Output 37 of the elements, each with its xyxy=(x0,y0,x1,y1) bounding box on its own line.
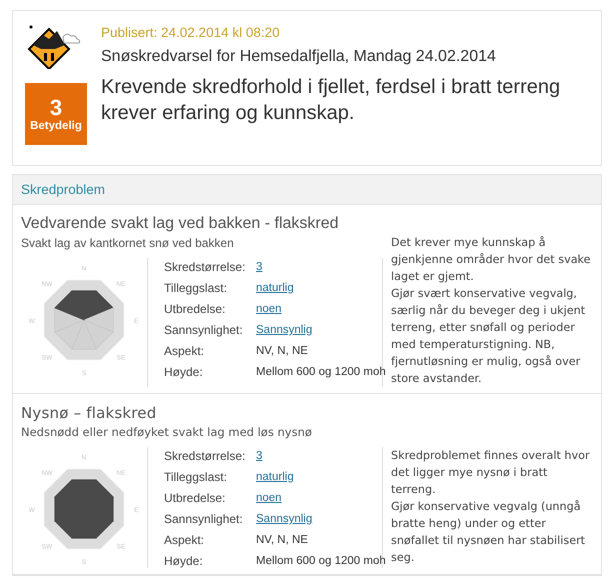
advice-text: Gjør konservative vegvalg (unngå bratte heng) under og etter snøfallet til nysnøen har stabilisert seg. xyxy=(391,499,586,566)
forecast-title: Snøskredvarsel for Hemsedalfjella, Mandag 24.02.2014 xyxy=(101,48,497,66)
fact-link[interactable]: noen xyxy=(256,491,386,505)
fact-link[interactable]: naturlig xyxy=(256,281,386,295)
fact-label: Aspekt: xyxy=(164,533,206,547)
fact-value: NV, N, NE xyxy=(256,344,309,358)
advice-text: Det krever mye kunnskap å gjenkjenne områder hvor det svake laget er gjemt. xyxy=(391,235,592,285)
problem-title: Nysnø – flakskred xyxy=(21,404,158,422)
fact-label: Sannsynlighet: xyxy=(164,323,244,337)
problem-subtitle: Nedsnødd eller nedføyket svakt lag med løs nysnø xyxy=(21,425,312,439)
forecast-headline: Krevende skredforhold i fjellet, ferdsel i bratt terreng krever erfaring og kunnskap. xyxy=(101,75,562,126)
fact-label: Høyde: xyxy=(164,365,204,379)
fact-link[interactable]: Sannsynlig xyxy=(256,512,386,526)
advice-text: Gjør svært konservative vegvalg, særlig når du beveger deg i ukjent terreng, etter snøfall og perioder med temperaturstigning. NB, fjernutløsning er mulig, også over store avstander. xyxy=(391,286,586,387)
fact-label: Sannsynlighet: xyxy=(164,512,244,526)
problem-title: Vedvarende svakt lag ved bakken - flakskred xyxy=(21,215,340,233)
section-title: Skredproblem xyxy=(13,175,601,205)
fact-label: Skredstørrelse: xyxy=(164,449,246,463)
fact-label: Utbredelse: xyxy=(164,491,226,505)
advice-text: Skredproblemet finnes overalt hvor det ligger mye nysnø i bratt terreng. xyxy=(391,448,591,498)
fact-link[interactable]: naturlig xyxy=(256,470,386,484)
fact-value: Mellom 600 og 1200 moh xyxy=(256,365,386,379)
fact-label: Skredstørrelse: xyxy=(164,260,246,274)
published-date: Publisert: 24.02.2014 kl 08:20 xyxy=(101,25,281,40)
fact-label: Høyde: xyxy=(164,554,204,568)
danger-level-badge: 3 Betydelig xyxy=(25,83,87,145)
fact-label: Utbredelse: xyxy=(164,302,226,316)
fact-value: NV, N, NE xyxy=(256,533,309,547)
fact-value: Mellom 600 og 1200 moh xyxy=(256,554,386,568)
fact-label: Aspekt: xyxy=(164,344,206,358)
fact-link[interactable]: 3 xyxy=(256,449,386,463)
fact-label: Tilleggslast: xyxy=(164,281,228,295)
fact-link[interactable]: Sannsynlig xyxy=(256,323,386,337)
problem-subtitle: Svakt lag av kantkornet snø ved bakken xyxy=(21,236,234,250)
fact-label: Tilleggslast: xyxy=(164,470,228,484)
fact-link[interactable]: 3 xyxy=(256,260,386,274)
fact-link[interactable]: noen xyxy=(256,302,386,316)
